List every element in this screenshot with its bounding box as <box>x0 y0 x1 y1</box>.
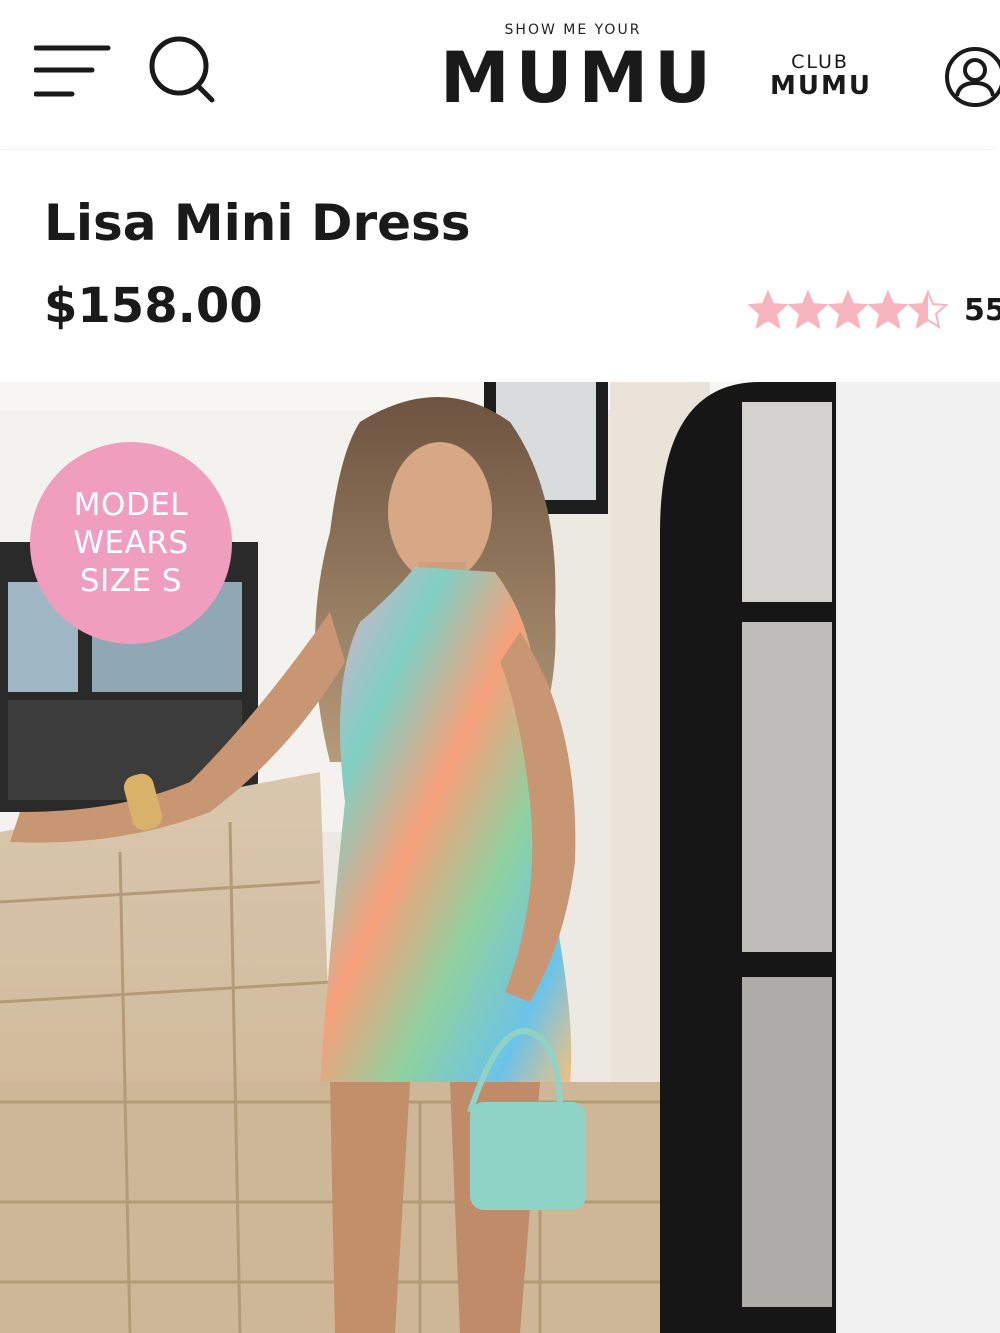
model-size-text: MODEL WEARS SIZE S <box>73 487 189 599</box>
star-icon <box>868 290 908 330</box>
site-header: SHOW ME YOUR MUMU CLUB MUMU <box>0 0 1000 140</box>
account-icon[interactable] <box>944 46 1000 108</box>
star-icon <box>748 290 788 330</box>
club-label-bottom: MUMU <box>770 71 872 101</box>
search-icon[interactable] <box>148 36 218 106</box>
next-product-photo[interactable] <box>838 382 1000 1333</box>
product-title: Lisa Mini Dress <box>44 194 471 252</box>
logo-tagline: SHOW ME YOUR <box>504 22 642 38</box>
model-size-badge: MODEL WEARS SIZE S <box>30 442 232 644</box>
star-icon <box>788 290 828 330</box>
logo-wordmark: MUMU <box>440 37 717 119</box>
club-mumu-link[interactable]: CLUB MUMU <box>770 50 872 101</box>
rating-stars <box>748 290 948 330</box>
menu-icon[interactable] <box>34 44 112 100</box>
product-info: Lisa Mini Dress $158.00 55 <box>0 150 1000 382</box>
star-icon <box>908 290 948 330</box>
product-gallery[interactable]: MODEL WEARS SIZE S <box>0 382 1000 1333</box>
star-icon <box>828 290 868 330</box>
brand-logo[interactable]: SHOW ME YOUR MUMU <box>440 18 717 128</box>
product-price: $158.00 <box>44 278 263 334</box>
review-count: 55 <box>964 292 1000 328</box>
product-rating[interactable]: 55 <box>748 288 1000 332</box>
